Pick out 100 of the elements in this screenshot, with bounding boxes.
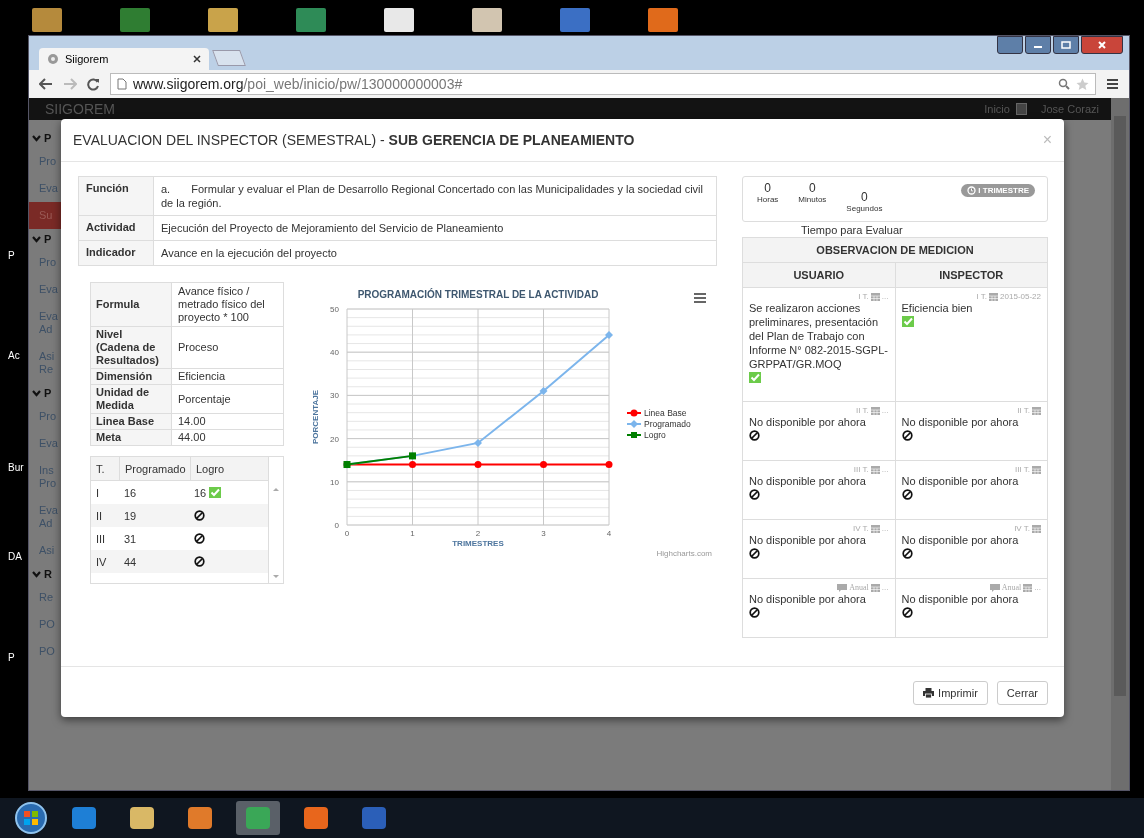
close-button[interactable] <box>1081 36 1123 54</box>
observation-text: No disponible por ahora <box>901 416 1019 428</box>
maximize-button[interactable] <box>1053 36 1079 54</box>
timer-value: 0 <box>809 182 816 195</box>
table-cell-text: IV <box>95 555 108 568</box>
sidebar-item[interactable]: Eva <box>29 276 61 303</box>
sidebar-item[interactable]: PO <box>29 611 61 638</box>
back-icon[interactable] <box>39 78 53 90</box>
nav-link[interactable]: Inicio <box>984 103 1010 115</box>
scroll-up-icon[interactable] <box>272 487 280 492</box>
calendar-icon <box>870 583 880 592</box>
observation-text: No disponible por ahora <box>749 416 866 428</box>
sidebar-item[interactable]: Re <box>29 584 61 611</box>
sidebar-item[interactable]: Pro <box>29 148 61 175</box>
forward-icon[interactable] <box>63 78 77 90</box>
search-icon[interactable] <box>1058 78 1070 90</box>
start-button[interactable] <box>14 801 48 835</box>
table-cell-text: 16 <box>123 486 138 499</box>
address-bar[interactable]: www.siigorem.org/poi_web/inicio/pw/130000000003# <box>110 73 1096 95</box>
data-point <box>605 330 613 339</box>
observation-text: Se realizaron acciones preliminares, presentación del Plan de Trabajo con Informe N° 082-2015-SGPL-GRPPAT/GR.MOQ <box>749 302 888 370</box>
menu-icon[interactable] <box>1106 78 1119 90</box>
maximize-icon <box>1061 41 1071 49</box>
menu-icon[interactable] <box>693 293 707 303</box>
site-brand[interactable]: SIIGOREM <box>45 101 115 117</box>
sidebar-item[interactable]: Asi Re <box>29 343 61 383</box>
sidebar-section-title[interactable]: P <box>44 387 52 399</box>
close-button[interactable]: Cerrar <box>996 681 1048 705</box>
data-point <box>540 461 547 468</box>
legend-item[interactable]: Linea Base <box>626 408 687 418</box>
table-header-cell: Formula <box>91 283 172 326</box>
table-title: OBSERVACION DE MEDICION <box>743 238 1047 263</box>
table-header-cell: Unidad de Medida <box>91 385 172 413</box>
calendar-icon <box>1032 406 1041 415</box>
calendar-icon <box>870 465 880 474</box>
observation-text: No disponible por ahora <box>901 475 1019 487</box>
desktop-icon-label[interactable]: P <box>8 250 15 261</box>
sidebar-section-title[interactable]: P <box>44 132 52 144</box>
close-icon[interactable] <box>193 55 201 63</box>
desktop-icon-label[interactable]: Ac <box>8 350 20 361</box>
sidebar-item[interactable]: Asi <box>29 537 61 564</box>
desktop-icon-label[interactable]: DA <box>8 551 22 562</box>
chart-title: PROGRAMACIÓN TRIMESTRAL DE LA ACTIVIDAD <box>357 289 599 300</box>
table-cell: 16 <box>194 486 207 499</box>
chart-credits[interactable]: Highcharts.com <box>656 549 712 558</box>
axis-tick-label: 2 <box>475 529 481 538</box>
sidebar-item[interactable]: Pro <box>29 249 61 276</box>
print-button[interactable]: Imprimir <box>913 681 988 705</box>
axis-tick-label: 40 <box>330 348 339 358</box>
legend-item[interactable]: Programado <box>626 419 691 429</box>
legend-label: Programado <box>644 419 692 429</box>
sidebar-item[interactable]: Ins Pro <box>29 457 61 497</box>
period-label: IV T. <box>1014 524 1030 533</box>
data-point <box>474 438 482 447</box>
sidebar-section-title[interactable]: R <box>44 568 52 580</box>
minimize-button[interactable] <box>1025 36 1051 54</box>
sidebar-item[interactable]: Pro <box>29 403 61 430</box>
period-label: I T. <box>858 292 869 301</box>
user-name[interactable]: Jose Corazi <box>1040 103 1099 115</box>
axis-tick-label: 30 <box>330 391 339 401</box>
new-tab-button[interactable] <box>212 50 246 66</box>
sidebar-item[interactable]: Eva <box>29 430 61 457</box>
date-label: ... <box>1034 583 1041 592</box>
date-label: ... <box>881 465 889 474</box>
desktop-icon-label[interactable]: P <box>8 652 15 663</box>
period-label: II T. <box>1017 406 1030 415</box>
close-icon <box>1097 41 1107 49</box>
chevron-icon <box>32 389 41 397</box>
table-cell-text: 44 <box>123 555 138 568</box>
legend-item[interactable]: Logro <box>626 430 666 440</box>
sidebar-item[interactable]: Eva Ad <box>29 497 61 537</box>
sidebar-section-title[interactable]: P <box>44 233 52 245</box>
axis-tick-label: 0 <box>334 521 339 530</box>
sidebar-item[interactable]: Eva Ad <box>29 303 61 343</box>
column-header: Logro <box>190 457 261 480</box>
modal-title: EVALUACION DEL INSPECTOR (SEMESTRAL) - SUB GERENCIA DE PLANEAMIENTO <box>73 132 636 148</box>
timer-caption: Tiempo para Evaluar <box>800 224 904 236</box>
data-point <box>539 387 548 396</box>
column-header: Programado <box>119 457 190 480</box>
calendar-icon <box>1023 583 1033 592</box>
axis-tick-label: 3 <box>541 529 546 538</box>
axis-tick-label: 0 <box>344 529 350 538</box>
favicon-icon <box>47 53 59 65</box>
quarter-badge: I TRIMESTRE <box>961 184 1035 197</box>
calendar-icon <box>989 292 999 301</box>
close-button[interactable]: × <box>1042 131 1052 149</box>
browser-tab[interactable]: Siigorem <box>39 48 209 70</box>
sidebar-item[interactable]: Eva <box>29 175 61 202</box>
calendar-icon <box>1032 524 1041 533</box>
data-point <box>605 461 613 468</box>
chevron-icon <box>32 570 41 578</box>
observation-text: No disponible por ahora <box>749 534 866 546</box>
scroll-down-icon[interactable] <box>272 574 280 579</box>
sidebar-item[interactable]: PO <box>29 638 61 665</box>
star-icon[interactable] <box>1076 77 1089 91</box>
table-cell-text: a. Formular y evaluar el Plan de Desarrollo Regional Concertado con las Municipalidades y la sociedad civil de la región. <box>160 182 704 211</box>
reload-icon[interactable] <box>87 77 100 91</box>
scrollbar[interactable] <box>1111 98 1129 790</box>
period-label: III T. <box>1015 465 1030 474</box>
desktop-icon-label[interactable]: Bur <box>8 462 24 473</box>
